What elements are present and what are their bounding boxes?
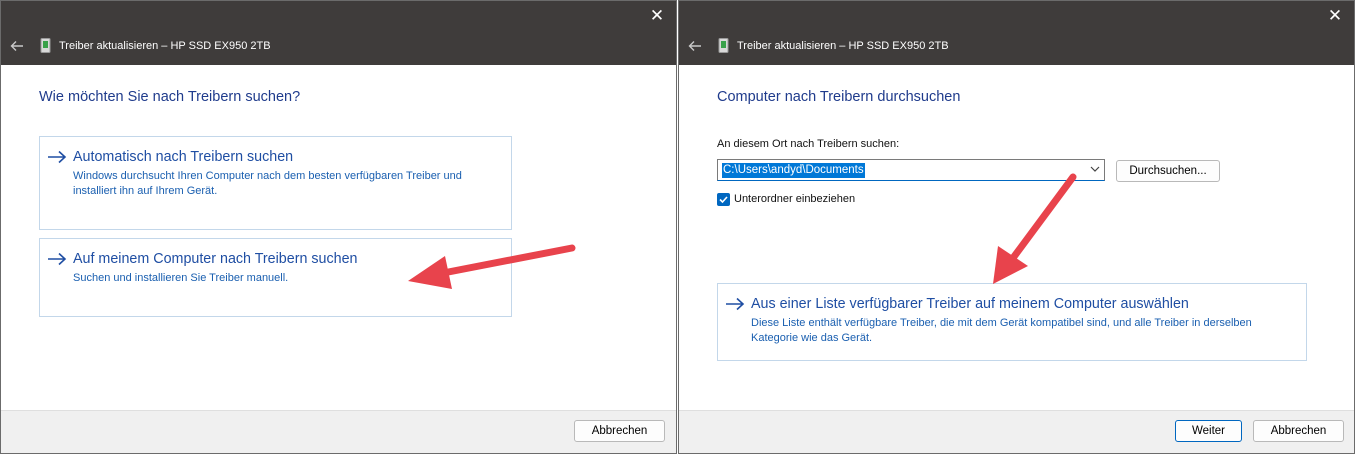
auto-search-option[interactable]: Automatisch nach Treibern suchen Windows… xyxy=(39,136,512,230)
option-description: Windows durchsucht Ihren Computer nach d… xyxy=(73,169,462,199)
driver-path-value: C:\Users\andyd\Documents xyxy=(722,163,865,178)
right-arrow-icon xyxy=(48,150,67,164)
option-description-line: Windows durchsucht Ihren Computer nach d… xyxy=(73,170,462,182)
driver-update-dialog-right: ✕ Treiber aktualisieren – HP SSD EX950 2… xyxy=(678,0,1355,454)
back-arrow-icon[interactable] xyxy=(9,38,25,54)
drive-icon xyxy=(40,38,51,53)
next-button[interactable]: Weiter xyxy=(1175,420,1242,442)
subfolders-checkbox[interactable] xyxy=(717,193,730,206)
driver-path-combobox[interactable]: C:\Users\andyd\Documents xyxy=(717,159,1105,181)
search-location-label: An diesem Ort nach Treibern suchen: xyxy=(717,138,900,150)
browse-button[interactable]: Durchsuchen... xyxy=(1116,160,1220,182)
page-heading: Wie möchten Sie nach Treibern suchen? xyxy=(39,89,301,105)
footer-bar: Abbrechen xyxy=(1,410,676,453)
right-arrow-icon xyxy=(726,297,745,311)
window-title: Treiber aktualisieren – HP SSD EX950 2TB xyxy=(737,40,949,52)
option-description-line: Kategorie wie das Gerät. xyxy=(751,332,873,344)
pick-from-list-option[interactable]: Aus einer Liste verfügbarer Treiber auf … xyxy=(717,283,1307,361)
content-area: Computer nach Treibern durchsuchen An di… xyxy=(679,65,1354,411)
option-description: Suchen und installieren Sie Treiber manu… xyxy=(73,271,288,286)
cancel-button[interactable]: Abbrechen xyxy=(1253,420,1344,442)
option-description-line: Diese Liste enthält verfügbare Treiber, … xyxy=(751,317,1252,329)
titlebar: ✕ Treiber aktualisieren – HP SSD EX950 2… xyxy=(1,1,676,65)
drive-icon xyxy=(718,38,729,53)
subfolders-label[interactable]: Unterordner einbeziehen xyxy=(734,193,855,205)
back-arrow-icon[interactable] xyxy=(687,38,703,54)
option-description-line: Suchen und installieren Sie Treiber manu… xyxy=(73,272,289,284)
content-area: Wie möchten Sie nach Treibern suchen? Au… xyxy=(1,65,676,411)
option-description: Diese Liste enthält verfügbare Treiber, … xyxy=(751,316,1252,346)
manual-search-option[interactable]: Auf meinem Computer nach Treibern suchen… xyxy=(39,238,512,317)
checkmark-icon xyxy=(719,196,728,204)
option-title: Auf meinem Computer nach Treibern suchen xyxy=(73,251,358,267)
window-title: Treiber aktualisieren – HP SSD EX950 2TB xyxy=(59,40,271,52)
close-icon[interactable]: ✕ xyxy=(648,7,666,25)
titlebar: ✕ Treiber aktualisieren – HP SSD EX950 2… xyxy=(679,1,1354,65)
option-title: Automatisch nach Treibern suchen xyxy=(73,149,294,165)
close-icon[interactable]: ✕ xyxy=(1326,7,1344,25)
chevron-down-icon[interactable] xyxy=(1090,164,1100,174)
cancel-button[interactable]: Abbrechen xyxy=(574,420,665,442)
driver-update-dialog-left: ✕ Treiber aktualisieren – HP SSD EX950 2… xyxy=(0,0,677,454)
option-title: Aus einer Liste verfügbarer Treiber auf … xyxy=(751,296,1189,312)
right-arrow-icon xyxy=(48,252,67,266)
page-heading: Computer nach Treibern durchsuchen xyxy=(717,89,961,105)
option-description-line: installiert ihn auf Ihrem Gerät. xyxy=(73,185,218,197)
footer-bar: Weiter Abbrechen xyxy=(679,410,1354,453)
